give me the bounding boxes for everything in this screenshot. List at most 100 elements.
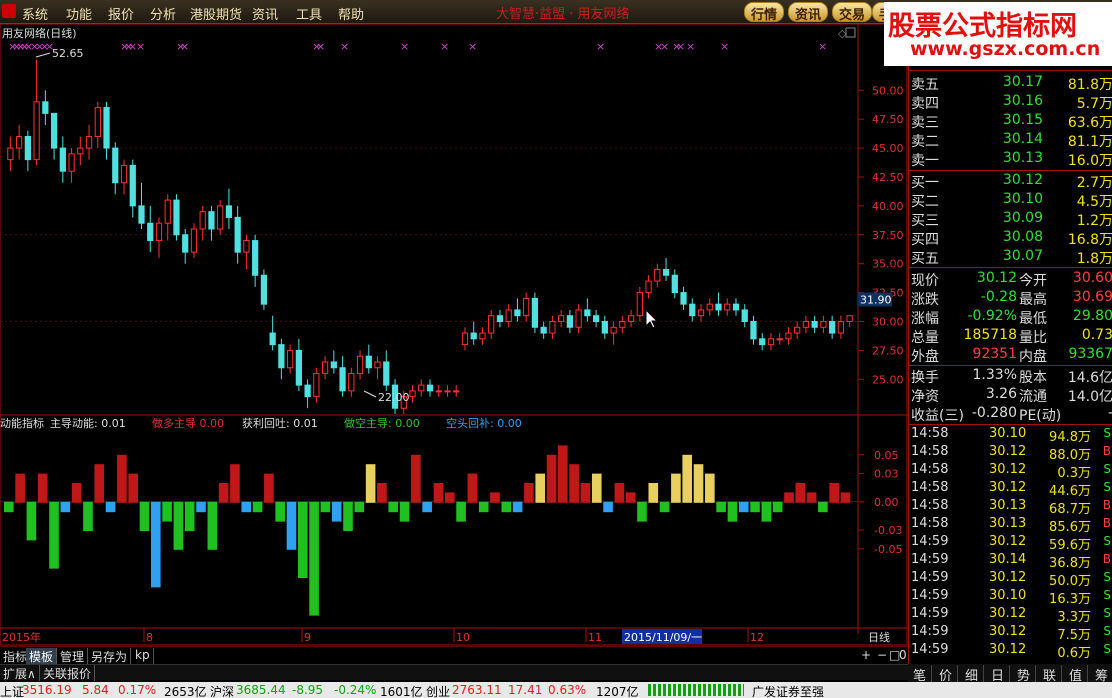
tab-kp[interactable]: kp [132, 648, 154, 664]
menu-item-system[interactable]: 系统 [22, 4, 48, 23]
tick-time: 14:59 [911, 570, 949, 585]
indicator-bar [716, 501, 726, 513]
bid-row: 买三 30.09 1.2万 [909, 210, 1112, 229]
quote-label: PE(动) [1019, 408, 1062, 424]
stat-row: 现价 30.12 今开 30.60 [909, 270, 1112, 289]
quote-label: 今开 [1019, 273, 1047, 289]
candle-body [444, 390, 451, 393]
indicator-bar [671, 473, 681, 503]
indicator-bar [117, 454, 127, 503]
indicator-bar [354, 501, 365, 513]
tab-manage[interactable]: 管理 [57, 648, 89, 664]
tick-price: 30.12 [989, 642, 1027, 657]
breadth-bar-icon [648, 684, 744, 696]
price-axis-label: 40.00 [872, 200, 904, 213]
bid-label: 买五 [911, 251, 939, 267]
candle-body [243, 240, 250, 253]
candle-body [68, 153, 75, 172]
quote-tabbar: 笔价细日势联值筹 [908, 664, 1112, 684]
related-quote-tab[interactable]: 关联报价 [40, 665, 96, 681]
indicator-bar [399, 501, 410, 522]
ask-row: 卖二 30.14 81.1万 [909, 131, 1112, 150]
ask-row: 卖四 30.16 5.7万 [909, 93, 1112, 112]
menu-item-news[interactable]: 资讯 [252, 4, 278, 23]
candle-body [619, 321, 626, 328]
bid-volume: 16.8万 [1067, 232, 1112, 248]
indicator-bar [840, 492, 851, 503]
menu-item-hk-futures[interactable]: 港股期货 [190, 4, 242, 23]
candle-body [182, 234, 189, 253]
zoom-in-button[interactable]: + [858, 648, 874, 664]
ask-row: 卖三 30.15 63.6万 [909, 112, 1112, 131]
tick-price: 30.10 [989, 588, 1027, 603]
indicator-bar [829, 483, 839, 503]
indicator-bar [26, 501, 37, 541]
candle-body [383, 361, 390, 386]
indicator-bar [727, 501, 738, 522]
indicator-axis-label: -0.03 [874, 524, 902, 537]
trade-button[interactable]: 交易 [832, 2, 873, 23]
tick-price: 30.14 [989, 552, 1027, 567]
tick-side: B [1102, 498, 1111, 512]
candle-body [732, 303, 740, 311]
indicator-bar [365, 464, 376, 503]
candle-body [592, 315, 600, 322]
tick-side: S [1103, 624, 1111, 638]
price-axis-label: 47.50 [872, 113, 904, 126]
candle-body [190, 228, 198, 253]
market-button[interactable]: 行情 [744, 2, 785, 23]
stat-row: 总量 185718 量比 0.73 [909, 327, 1112, 346]
tick-side: S [1103, 588, 1111, 602]
ask-row: 卖一 30.13 16.0万 [909, 150, 1112, 169]
tab-save-as[interactable]: 另存为 [88, 648, 132, 664]
candle-body [837, 321, 845, 334]
extension-bar: 扩展∧ 关联报价 [0, 664, 908, 681]
sz-percent: -0.24% [334, 683, 377, 697]
candle-body [199, 211, 206, 230]
ask-price: 30.14 [1002, 131, 1043, 147]
tick-time: 14:58 [911, 462, 949, 477]
kline-chart[interactable]: 用友网络(日线) ◇50.0047.5045.0042.5040.0037.503… [0, 24, 908, 646]
candle-body [348, 373, 355, 392]
quote-label: 总量 [911, 330, 939, 346]
menu-item-function[interactable]: 功能 [66, 4, 92, 23]
indicator-bar [569, 464, 579, 503]
candle-body [715, 303, 722, 311]
menu-item-tools[interactable]: 工具 [296, 4, 322, 23]
candle-body [479, 332, 486, 340]
tick-side: S [1103, 606, 1111, 620]
quote-label: 股本 [1019, 370, 1047, 386]
indicator-bar [659, 501, 670, 513]
menu-item-analysis[interactable]: 分析 [150, 4, 176, 23]
news-button[interactable]: 资讯 [788, 2, 829, 23]
bid-price: 30.08 [1002, 229, 1043, 245]
quote-label: 涨跌 [911, 292, 939, 308]
expand-button[interactable]: 扩展∧ [0, 665, 40, 681]
sz-label: 沪深 [210, 685, 235, 698]
ask-volume: 5.7万 [1076, 96, 1112, 112]
candle-body [330, 361, 337, 369]
quote-label: 量比 [1019, 330, 1047, 346]
chart-panel[interactable]: 用友网络(日线) ◇ 50.00 47.50 45.00 42.50 40.00 37.50 3… [0, 24, 908, 646]
indicator-bar [105, 501, 116, 513]
tab-template[interactable]: 模板 [26, 648, 58, 664]
tick-row: 14:59 30.12 3.3万 S [909, 606, 1112, 625]
quote-label: 内盘 [1019, 349, 1047, 365]
candle-body [50, 112, 58, 149]
tick-volume: 7.5万 [1057, 628, 1091, 643]
indicator-bar [772, 501, 783, 513]
indicator-bar [637, 501, 647, 522]
tick-price: 30.12 [989, 534, 1027, 549]
indicator-bar [422, 501, 432, 513]
bid-price: 30.07 [1002, 248, 1043, 264]
quote-label: 收益(三) [911, 408, 964, 424]
separator [909, 70, 1112, 71]
tick-side: S [1103, 426, 1111, 440]
tick-price: 30.12 [989, 624, 1027, 639]
menu-item-quote[interactable]: 报价 [108, 4, 134, 23]
menu-item-help[interactable]: 帮助 [338, 4, 364, 23]
candle-body [7, 147, 14, 161]
reset-button[interactable]: 0 [896, 648, 910, 664]
signal-marker: × [400, 40, 409, 53]
tick-row: 14:59 30.12 59.6万 S [909, 534, 1112, 553]
